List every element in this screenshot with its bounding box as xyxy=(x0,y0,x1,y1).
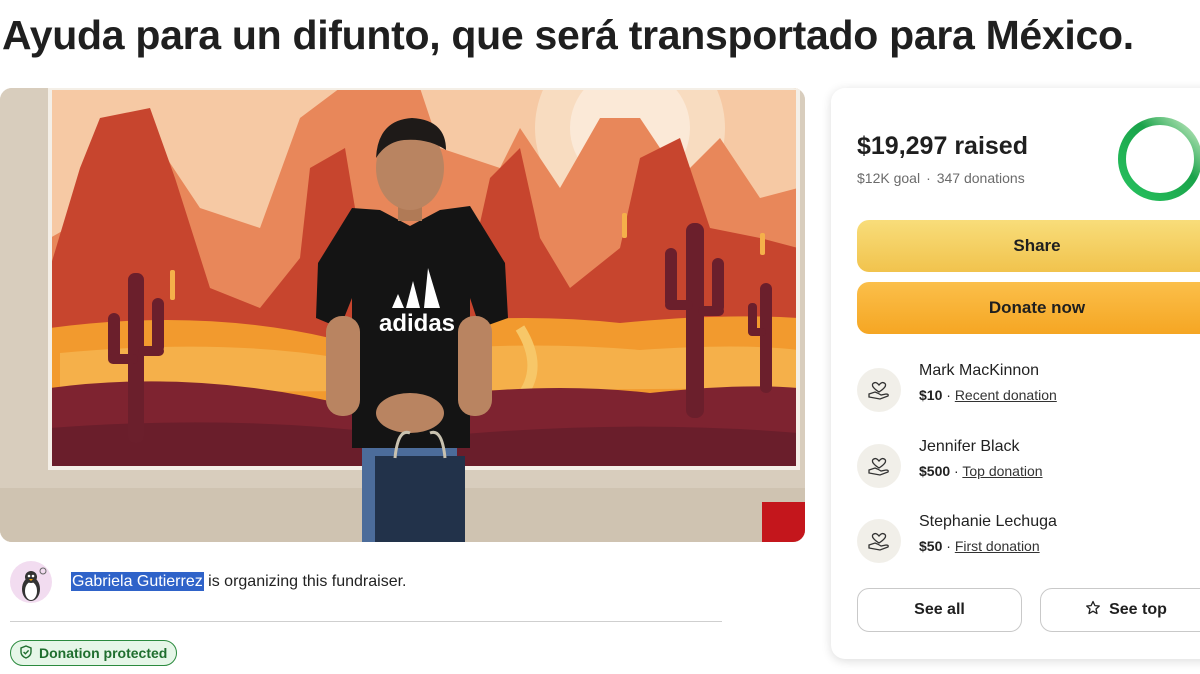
donor-name: Mark MacKinnon xyxy=(919,362,1040,379)
donation-item: Jennifer Black $500 · Top donation xyxy=(857,438,1200,488)
amount-raised: $19,297 raised xyxy=(857,132,1028,160)
see-all-button[interactable]: See all xyxy=(857,588,1022,632)
star-icon xyxy=(1085,600,1101,621)
heart-hand-icon xyxy=(857,368,901,412)
shield-check-icon xyxy=(19,644,33,662)
organizer-row: Gabriela Gutierrez is organizing this fu… xyxy=(10,560,722,604)
see-all-label: See all xyxy=(914,601,965,618)
donation-tag-link[interactable]: First donation xyxy=(955,538,1040,554)
donor-name: Jennifer Black xyxy=(919,438,1020,455)
goal-summary: $12K goal · 347 donations xyxy=(857,170,1025,186)
donation-tag-link[interactable]: Recent donation xyxy=(955,387,1057,403)
donation-amount: $50 xyxy=(919,538,943,554)
donation-count: 347 donations xyxy=(936,170,1025,186)
organizer-name[interactable]: Gabriela Gutierrez xyxy=(71,572,204,591)
donation-separator: · xyxy=(942,387,955,403)
see-top-button[interactable]: See top xyxy=(1040,588,1200,632)
campaign-photo-image: adidas xyxy=(0,88,805,542)
see-top-label: See top xyxy=(1109,601,1167,618)
heart-hand-icon xyxy=(857,444,901,488)
progress-ring-fill xyxy=(1118,117,1200,201)
divider xyxy=(10,621,722,622)
donation-separator: · xyxy=(942,538,955,554)
donation-protected-badge[interactable]: Donation protected xyxy=(10,640,178,666)
donation-detail: $10 · Recent donation xyxy=(919,387,1057,403)
campaign-title: Ayuda para un difunto, que será transpor… xyxy=(2,12,1134,58)
donor-name: Stephanie Lechuga xyxy=(919,513,1057,530)
donation-protected-label: Donation protected xyxy=(39,645,168,661)
campaign-photo[interactable]: adidas xyxy=(0,88,805,542)
donate-now-button[interactable]: Donate now xyxy=(857,282,1200,334)
donation-detail: $50 · First donation xyxy=(919,538,1040,554)
organizer-suffix: is organizing this fundraiser. xyxy=(203,573,407,590)
donation-sidebar-card: $19,297 raised $12K goal · 347 donations S… xyxy=(831,88,1200,659)
share-button[interactable]: Share xyxy=(857,220,1200,272)
donation-item: Stephanie Lechuga $50 · First donation xyxy=(857,513,1200,563)
heart-hand-icon xyxy=(857,519,901,563)
organizer-statement: Gabriela Gutierrez is organizing this fu… xyxy=(71,572,407,591)
progress-ring xyxy=(1118,117,1200,201)
goal-separator: · xyxy=(926,170,931,186)
donation-item: Mark MacKinnon $10 · Recent donation xyxy=(857,362,1200,412)
donation-separator: · xyxy=(950,463,963,479)
goal-amount: $12K goal xyxy=(857,170,921,186)
donation-tag-link[interactable]: Top donation xyxy=(962,463,1042,479)
shirt-logo-text: adidas xyxy=(379,310,455,337)
donation-amount: $10 xyxy=(919,387,943,403)
donation-amount: $500 xyxy=(919,463,951,479)
donation-detail: $500 · Top donation xyxy=(919,463,1043,479)
organizer-avatar[interactable] xyxy=(10,561,52,603)
